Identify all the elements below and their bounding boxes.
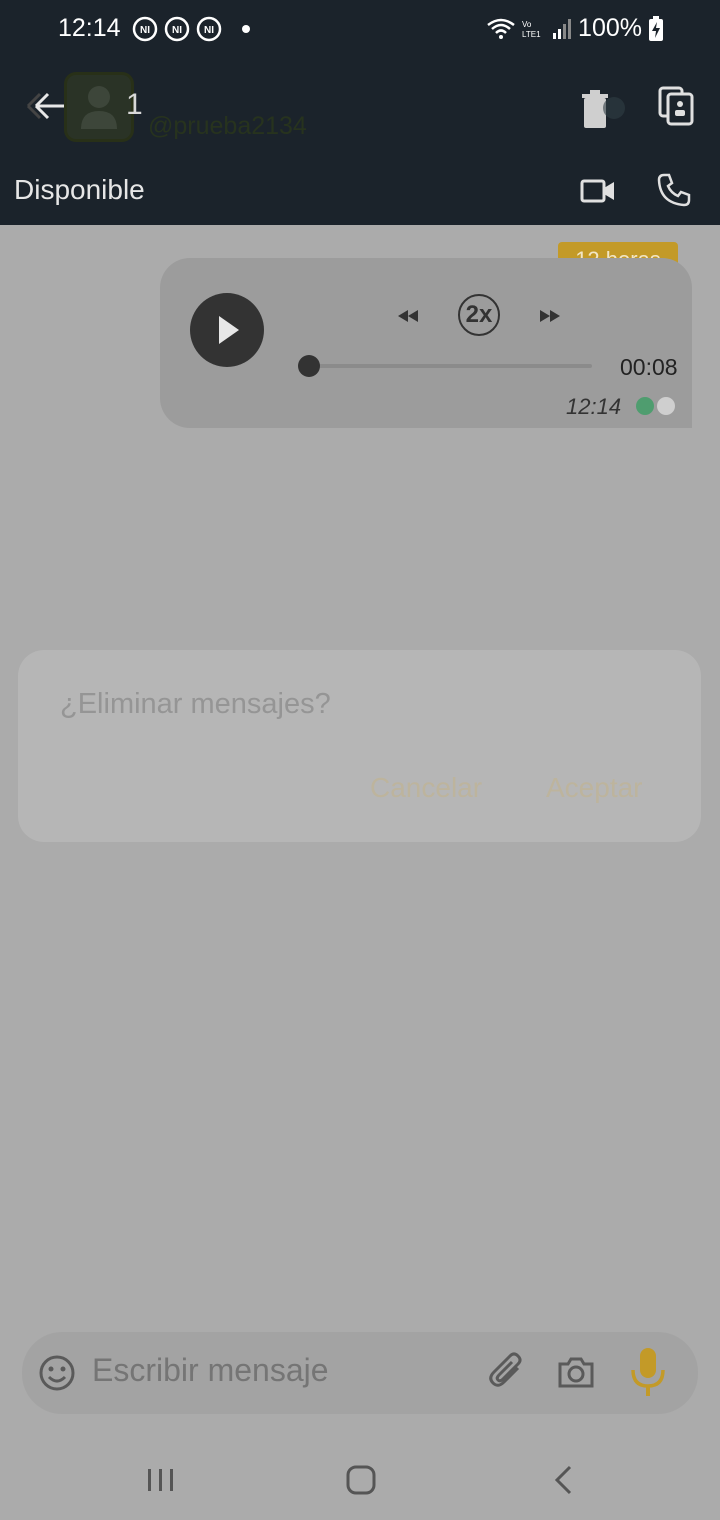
seek-thumb[interactable] [298, 355, 320, 377]
audio-duration: 00:08 [620, 354, 678, 380]
rewind-icon[interactable] [396, 306, 420, 326]
delete-dialog: ¿Eliminar mensajes? Cancelar Aceptar [18, 650, 701, 842]
wifi-icon [487, 18, 515, 39]
attach-icon[interactable] [488, 1352, 528, 1392]
status-right: Vo LTE1 100% [486, 14, 664, 43]
nav-back-icon[interactable] [552, 1465, 574, 1495]
emoji-icon[interactable] [38, 1354, 76, 1392]
play-icon [219, 316, 239, 344]
lte-icon: VoLTE1 [522, 20, 541, 39]
fast-forward-icon[interactable] [538, 306, 562, 326]
chat-header: 1 @prueba2134 Disponible [0, 60, 720, 225]
delivered-indicator [636, 397, 654, 415]
camera-icon[interactable] [556, 1354, 596, 1390]
home-icon[interactable] [346, 1465, 376, 1495]
notification-icons: NI NI NI [132, 16, 250, 42]
delete-icon[interactable] [578, 86, 630, 130]
contact-handle: @prueba2134 [148, 112, 307, 140]
seek-bar[interactable] [308, 364, 592, 368]
svg-text:Vo: Vo [522, 20, 532, 29]
audio-message-bubble[interactable]: 2x 00:08 12:14 [160, 258, 692, 428]
system-nav-bar [0, 1435, 720, 1520]
dialog-title: ¿Eliminar mensajes? [60, 688, 331, 720]
microphone-icon[interactable] [628, 1346, 668, 1398]
copy-icon[interactable] [656, 84, 698, 128]
ni-notification-icon: NI [164, 16, 190, 42]
battery-charging-icon [649, 15, 663, 41]
ni-notification-icon: NI [196, 16, 222, 42]
svg-text:LTE1: LTE1 [522, 30, 541, 39]
battery-percentage: 100% [578, 14, 642, 42]
svg-text:NI: NI [140, 25, 150, 36]
status-bar: 12:14 NI NI NI Vo LTE1 100% [0, 0, 720, 60]
status-time: 12:14 [58, 14, 121, 42]
video-call-icon[interactable] [580, 176, 616, 206]
back-arrow-icon[interactable] [22, 86, 68, 126]
person-icon [81, 86, 117, 129]
contact-name[interactable]: 1 [126, 88, 143, 122]
svg-text:NI: NI [172, 25, 182, 36]
play-button[interactable] [190, 293, 264, 367]
playback-speed-button[interactable]: 2x [458, 294, 500, 336]
svg-text:NI: NI [204, 25, 214, 36]
phone-call-icon[interactable] [656, 172, 692, 208]
message-composer [22, 1332, 698, 1414]
read-indicator [657, 397, 675, 415]
signal-icon [553, 18, 572, 39]
cancel-button[interactable]: Cancelar [370, 772, 482, 804]
message-input[interactable] [92, 1352, 472, 1389]
notification-dot [242, 25, 250, 33]
message-time: 12:14 [566, 394, 622, 419]
presence-status: Disponible [14, 174, 145, 205]
accept-button[interactable]: Aceptar [546, 772, 643, 804]
recents-icon[interactable] [146, 1467, 176, 1493]
ni-notification-icon: NI [132, 16, 158, 42]
contact-avatar[interactable] [64, 72, 134, 142]
